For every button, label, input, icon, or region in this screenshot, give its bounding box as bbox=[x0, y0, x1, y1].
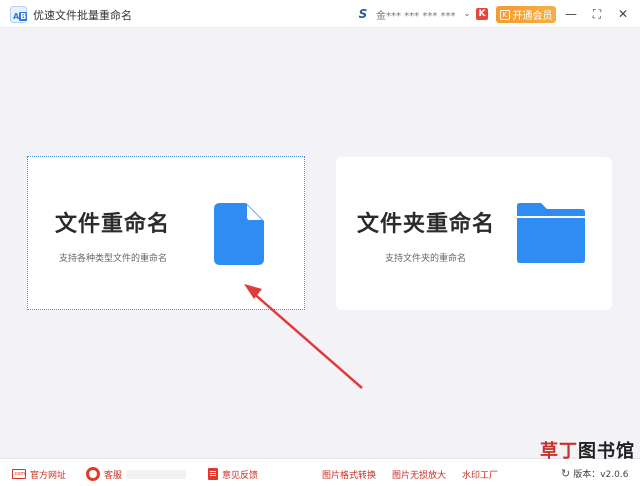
website-icon: .com bbox=[12, 469, 26, 479]
folder-icon bbox=[517, 203, 585, 263]
chevron-down-icon[interactable]: ⌄ bbox=[462, 9, 472, 19]
watermark-logo: 草丁图书馆 bbox=[540, 437, 635, 463]
app-title: 优速文件批量重命名 bbox=[33, 9, 132, 22]
image-format-convert-link[interactable]: 图片格式转换 bbox=[322, 467, 376, 481]
version-info: ↻ 版本：v2.0.6 bbox=[561, 467, 628, 480]
official-website-label: 官方网址 bbox=[30, 470, 67, 481]
feedback-link[interactable]: 意见反馈 bbox=[208, 467, 258, 481]
user-avatar-icon: S bbox=[358, 7, 368, 21]
maximize-button[interactable]: ⛶ bbox=[588, 5, 606, 23]
app-logo-icon: AB bbox=[10, 6, 28, 23]
customer-service-label: 客服 bbox=[104, 470, 123, 481]
user-name: 金*** *** *** *** bbox=[376, 10, 456, 22]
customer-service-link[interactable]: 客服 bbox=[86, 467, 187, 481]
file-rename-subtitle: 支持各种类型文件的重命名 bbox=[59, 254, 168, 264]
feedback-label: 意见反馈 bbox=[222, 470, 259, 481]
watermark-part1: 草丁 bbox=[540, 441, 578, 462]
file-icon bbox=[214, 203, 264, 265]
feedback-icon bbox=[208, 468, 218, 480]
customer-service-icon bbox=[86, 467, 100, 481]
image-lossless-upscale-link[interactable]: 图片无损放大 bbox=[392, 467, 446, 481]
file-rename-title: 文件重命名 bbox=[55, 212, 171, 237]
title-bar: AB 优速文件批量重命名 S 金*** *** *** *** ⌄ K K 开通… bbox=[0, 0, 640, 28]
refresh-icon[interactable]: ↻ bbox=[561, 467, 570, 480]
minimize-button[interactable]: — bbox=[562, 5, 580, 23]
folder-rename-card[interactable]: 文件夹重命名 支持文件夹的重命名 bbox=[336, 157, 612, 310]
version-label: 版本：v2.0.6 bbox=[573, 470, 629, 480]
folder-rename-title: 文件夹重命名 bbox=[357, 212, 496, 237]
redacted-contact bbox=[126, 469, 187, 479]
close-button[interactable]: ✕ bbox=[614, 5, 632, 23]
file-rename-card[interactable]: 文件重命名 支持各种类型文件的重命名 bbox=[27, 156, 305, 310]
watermark-factory-link[interactable]: 水印工厂 bbox=[462, 467, 498, 481]
user-account-menu[interactable]: S 金*** *** *** *** ⌄ K bbox=[354, 6, 488, 22]
folder-rename-subtitle: 支持文件夹的重命名 bbox=[385, 254, 467, 264]
open-vip-label: 开通会员 bbox=[512, 11, 553, 22]
official-website-link[interactable]: .com 官方网址 bbox=[12, 467, 66, 481]
watermark-part2: 图书馆 bbox=[578, 441, 635, 462]
vip-icon: K bbox=[499, 9, 510, 20]
vip-badge-icon: K bbox=[476, 8, 488, 20]
open-vip-button[interactable]: K 开通会员 bbox=[496, 6, 556, 23]
